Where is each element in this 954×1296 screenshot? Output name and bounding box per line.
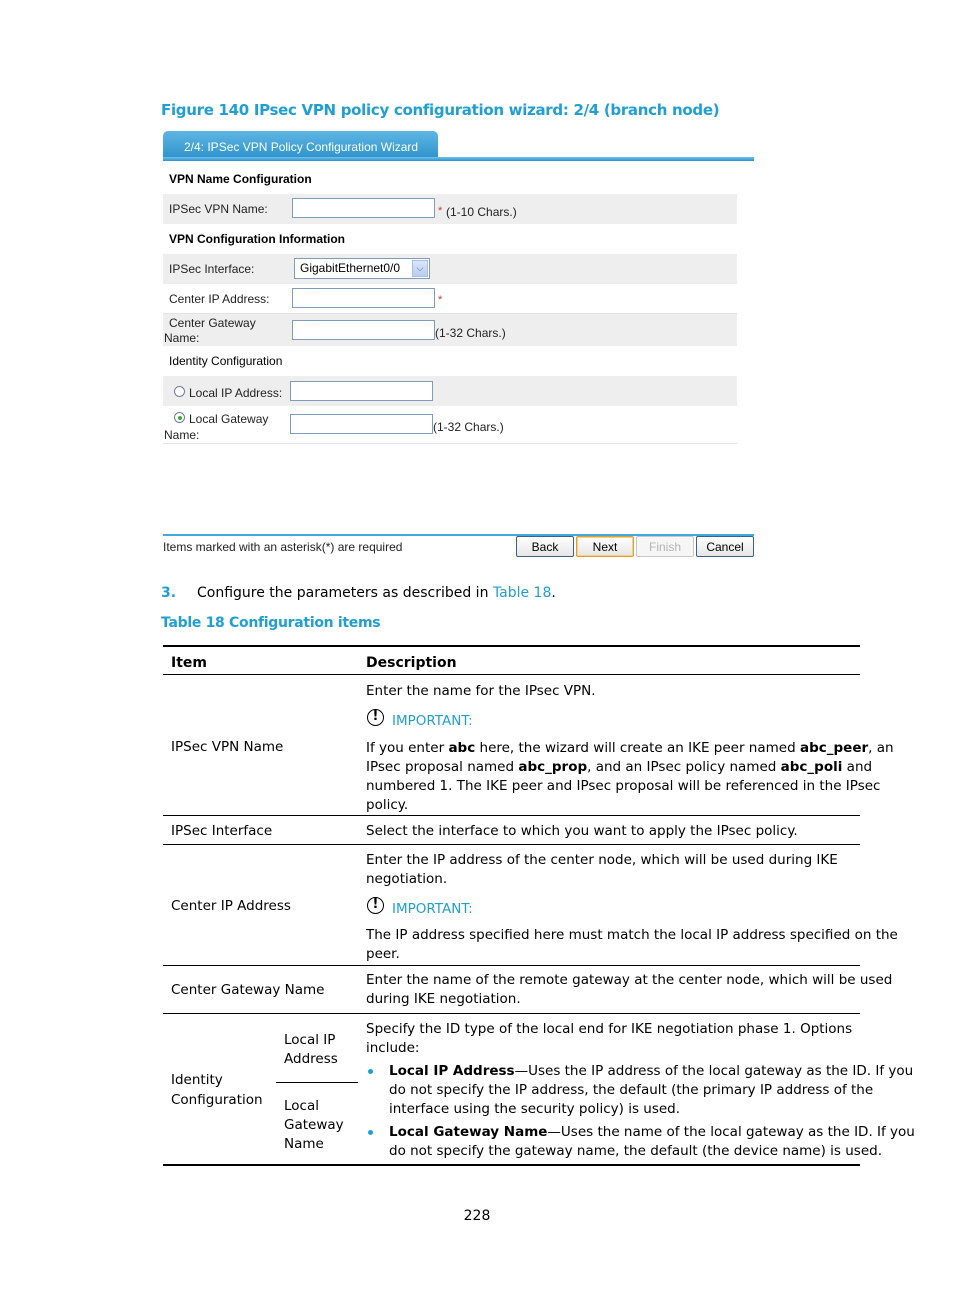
ipsec-vpn-name-label: IPSec VPN Name: <box>169 202 268 216</box>
important-label: IMPORTANT: <box>392 901 473 917</box>
required-note: Items marked with an asterisk(*) are req… <box>163 540 403 554</box>
header-description: Description <box>366 655 457 671</box>
ipsec-interface-label: IPSec Interface: <box>169 262 255 276</box>
desc-line: Enter the IP address of the center node,… <box>366 852 838 868</box>
subitem-line: Local <box>284 1098 319 1114</box>
local-gateway-label-line1: Local Gateway <box>189 412 269 426</box>
table-link[interactable]: Table 18 <box>493 585 551 601</box>
local-gateway-hint: (1-32 Chars.) <box>433 420 504 434</box>
back-button[interactable]: Back <box>516 536 574 557</box>
desc-line: Enter the name of the remote gateway at … <box>366 972 893 988</box>
desc-line: policy. <box>366 797 409 813</box>
desc-line: negotiation. <box>366 871 448 887</box>
section-vpn-config: VPN Configuration Information <box>169 232 345 246</box>
figure-title: Figure 140 IPsec VPN policy configuratio… <box>161 101 720 119</box>
ipsec-interface-select[interactable]: GigabitEthernet0/0 ⌵ <box>294 258 430 279</box>
local-gateway-label-line2: Name: <box>164 428 200 442</box>
desc-line: IPsec proposal named abc_prop, and an IP… <box>366 759 873 775</box>
desc-line: do not specify the gateway name, the def… <box>389 1143 883 1159</box>
cancel-button[interactable]: Cancel <box>696 536 754 557</box>
local-gateway-radio[interactable] <box>174 412 185 423</box>
bullet-icon <box>368 1069 373 1074</box>
item-cell: Center IP Address <box>171 898 291 914</box>
important-icon: ! <box>367 897 384 914</box>
table-bottom-rule <box>163 1164 860 1166</box>
step-text: Configure the parameters as described in… <box>197 585 556 601</box>
desc-line: do not specify the IP address, the defau… <box>389 1082 874 1098</box>
header-rule <box>163 674 860 675</box>
table-top-rule <box>163 645 860 647</box>
bullet-icon <box>368 1130 373 1135</box>
desc-line: peer. <box>366 946 400 962</box>
row-rule <box>163 965 860 966</box>
row-rule <box>163 1013 860 1014</box>
desc-line: Local IP Address—Uses the IP address of … <box>389 1063 914 1079</box>
desc-line: interface using the security policy) is … <box>389 1101 681 1117</box>
chevron-down-icon[interactable]: ⌵ <box>412 260 428 277</box>
subitem-line: Gateway <box>284 1117 344 1133</box>
finish-button[interactable]: Finish <box>636 536 694 557</box>
center-gateway-label-line1: Center Gateway <box>169 316 256 330</box>
ipsec-vpn-name-input[interactable] <box>292 198 435 218</box>
item-cell: Center Gateway Name <box>171 982 325 998</box>
required-asterisk: * <box>438 294 443 306</box>
subitem-line: Address <box>284 1051 338 1067</box>
subitem-line: Local IP <box>284 1032 336 1048</box>
item-cell: IPSec VPN Name <box>171 739 284 755</box>
center-ip-label: Center IP Address: <box>169 292 270 306</box>
ipsec-vpn-name-hint: (1-10 Chars.) <box>446 205 517 219</box>
local-ip-input[interactable] <box>290 381 433 401</box>
required-asterisk: * <box>438 205 443 217</box>
local-ip-label: Local IP Address: <box>189 386 283 400</box>
step-text-end: . <box>551 585 556 601</box>
desc-line: include: <box>366 1040 420 1056</box>
important-label: IMPORTANT: <box>392 713 473 729</box>
important-icon: ! <box>367 709 384 726</box>
section-identity: Identity Configuration <box>169 354 283 368</box>
desc-line: Local Gateway Name—Uses the name of the … <box>389 1124 915 1140</box>
step-text-main: Configure the parameters as described in <box>197 585 493 601</box>
desc-line: Select the interface to which you want t… <box>366 823 798 839</box>
center-gateway-name-input[interactable] <box>292 320 435 340</box>
subitem-line: Name <box>284 1136 324 1152</box>
section-vpn-name: VPN Name Configuration <box>169 172 312 186</box>
local-ip-radio[interactable] <box>174 386 185 397</box>
table-title: Table 18 Configuration items <box>161 615 381 631</box>
tab-underline <box>163 157 754 161</box>
wizard-tab[interactable]: 2/4: IPSec VPN Policy Configuration Wiza… <box>163 131 438 159</box>
center-ip-input[interactable] <box>292 288 435 308</box>
step-number: 3. <box>161 585 177 601</box>
desc-line: Specify the ID type of the local end for… <box>366 1021 853 1037</box>
next-button[interactable]: Next <box>576 536 634 557</box>
row-rule <box>163 815 860 816</box>
desc-line: numbered 1. The IKE peer and IPsec propo… <box>366 778 881 794</box>
center-gateway-hint: (1-32 Chars.) <box>435 326 506 340</box>
desc-line: Enter the name for the IPsec VPN. <box>366 683 596 699</box>
desc-line: The IP address specified here must match… <box>366 927 898 943</box>
center-gateway-label-line2: Name: <box>164 331 200 345</box>
item-cell: IPSec Interface <box>171 823 273 839</box>
row-rule <box>163 844 860 845</box>
subrow-rule <box>276 1082 358 1083</box>
header-item: Item <box>171 655 207 671</box>
desc-line: during IKE negotiation. <box>366 991 521 1007</box>
local-gateway-name-input[interactable] <box>290 414 433 434</box>
item-cell-line2: Configuration <box>171 1092 263 1108</box>
page-number: 228 <box>463 1208 491 1224</box>
item-cell-line1: Identity <box>171 1072 223 1088</box>
desc-line: If you enter abc here, the wizard will c… <box>366 740 894 756</box>
ipsec-interface-value: GigabitEthernet0/0 <box>300 261 401 275</box>
